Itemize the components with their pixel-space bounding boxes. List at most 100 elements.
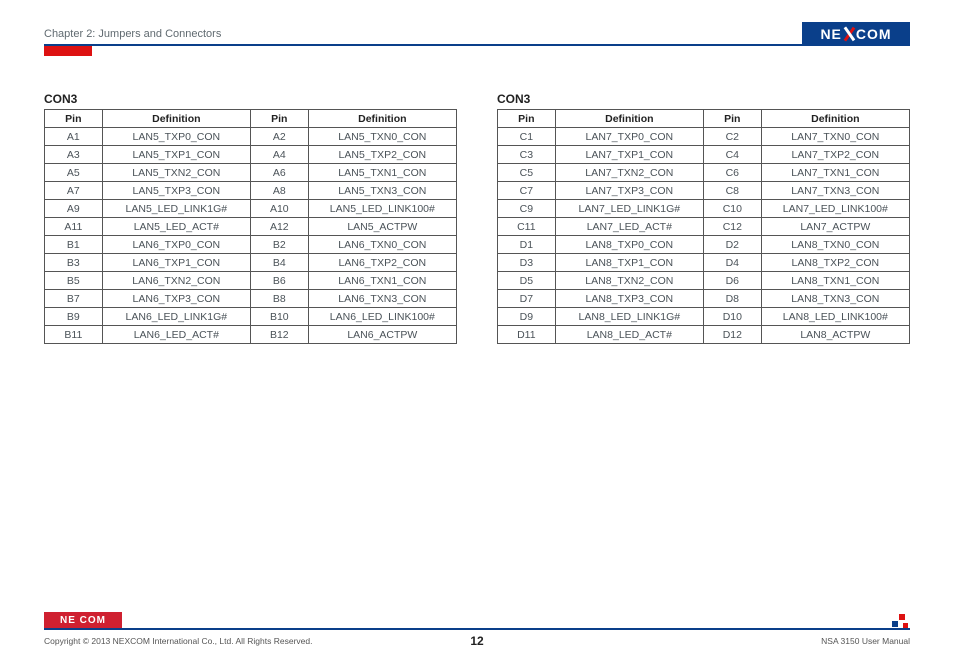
- pin-cell: B12: [250, 326, 308, 344]
- table-row: A3LAN5_TXP1_CONA4LAN5_TXP2_CON: [45, 146, 457, 164]
- table-row: B9LAN6_LED_LINK1G#B10LAN6_LED_LINK100#: [45, 308, 457, 326]
- pin-cell: C3: [498, 146, 556, 164]
- definition-cell: LAN5_TXP0_CON: [102, 128, 250, 146]
- pin-cell: B3: [45, 254, 103, 272]
- pin-cell: A5: [45, 164, 103, 182]
- table-row: B1LAN6_TXP0_CONB2LAN6_TXN0_CON: [45, 236, 457, 254]
- pin-cell: B2: [250, 236, 308, 254]
- page-number: 12: [0, 634, 954, 648]
- pin-cell: A10: [250, 200, 308, 218]
- th-def2: Definition: [308, 110, 456, 128]
- definition-cell: LAN7_TXN1_CON: [761, 164, 909, 182]
- footer-logo: NE COM: [44, 612, 122, 628]
- definition-cell: LAN5_LED_ACT#: [102, 218, 250, 236]
- chapter-title: Chapter 2: Jumpers and Connectors: [44, 28, 221, 40]
- pin-cell: A4: [250, 146, 308, 164]
- definition-cell: LAN7_TXN0_CON: [761, 128, 909, 146]
- table-header-row: Pin Definition Pin Definition: [45, 110, 457, 128]
- definition-cell: LAN5_LED_LINK1G#: [102, 200, 250, 218]
- pin-cell: B11: [45, 326, 103, 344]
- definition-cell: LAN5_TXN3_CON: [308, 182, 456, 200]
- logo-text-pre: NE: [820, 26, 841, 42]
- left-table: Pin Definition Pin Definition A1LAN5_TXP…: [44, 109, 457, 344]
- table-row: C1LAN7_TXP0_CONC2LAN7_TXN0_CON: [498, 128, 910, 146]
- definition-cell: LAN6_TXP0_CON: [102, 236, 250, 254]
- definition-cell: LAN6_LED_LINK1G#: [102, 308, 250, 326]
- pin-cell: C4: [703, 146, 761, 164]
- header-red-block: [44, 46, 92, 56]
- definition-cell: LAN8_LED_LINK100#: [761, 308, 909, 326]
- footer-logo-text: NE COM: [60, 615, 106, 626]
- pin-cell: A12: [250, 218, 308, 236]
- definition-cell: LAN7_TXP2_CON: [761, 146, 909, 164]
- pin-cell: B6: [250, 272, 308, 290]
- pin-cell: C2: [703, 128, 761, 146]
- th-pin: Pin: [498, 110, 556, 128]
- table-header-row: Pin Definition Pin Definition: [498, 110, 910, 128]
- definition-cell: LAN5_TXN0_CON: [308, 128, 456, 146]
- nexcom-logo: NE COM: [802, 22, 910, 46]
- right-table: Pin Definition Pin Definition C1LAN7_TXP…: [497, 109, 910, 344]
- table-row: B3LAN6_TXP1_CONB4LAN6_TXP2_CON: [45, 254, 457, 272]
- logo-x-icon: [842, 27, 856, 41]
- definition-cell: LAN5_TXP3_CON: [102, 182, 250, 200]
- logo-text-post: COM: [856, 26, 892, 42]
- definition-cell: LAN7_LED_LINK100#: [761, 200, 909, 218]
- pin-cell: A11: [45, 218, 103, 236]
- definition-cell: LAN7_LED_LINK1G#: [555, 200, 703, 218]
- definition-cell: LAN6_TXP3_CON: [102, 290, 250, 308]
- definition-cell: LAN8_TXN0_CON: [761, 236, 909, 254]
- page: Chapter 2: Jumpers and Connectors NE COM…: [0, 0, 954, 672]
- table-row: B11LAN6_LED_ACT#B12LAN6_ACTPW: [45, 326, 457, 344]
- definition-cell: LAN8_TXP0_CON: [555, 236, 703, 254]
- th-def2: Definition: [761, 110, 909, 128]
- table-row: C11LAN7_LED_ACT#C12LAN7_ACTPW: [498, 218, 910, 236]
- pin-cell: D9: [498, 308, 556, 326]
- pin-cell: C9: [498, 200, 556, 218]
- definition-cell: LAN6_TXN0_CON: [308, 236, 456, 254]
- definition-cell: LAN7_TXP1_CON: [555, 146, 703, 164]
- definition-cell: LAN8_TXP2_CON: [761, 254, 909, 272]
- manual-name: NSA 3150 User Manual: [821, 636, 910, 646]
- pin-cell: A3: [45, 146, 103, 164]
- pin-cell: C1: [498, 128, 556, 146]
- definition-cell: LAN5_TXP1_CON: [102, 146, 250, 164]
- table-row: D1LAN8_TXP0_COND2LAN8_TXN0_CON: [498, 236, 910, 254]
- table-row: B7LAN6_TXP3_CONB8LAN6_TXN3_CON: [45, 290, 457, 308]
- content: CON3 Pin Definition Pin Definition A1LAN…: [44, 92, 910, 344]
- definition-cell: LAN8_ACTPW: [761, 326, 909, 344]
- pin-cell: A1: [45, 128, 103, 146]
- definition-cell: LAN5_TXN2_CON: [102, 164, 250, 182]
- definition-cell: LAN7_LED_ACT#: [555, 218, 703, 236]
- pin-cell: D4: [703, 254, 761, 272]
- pin-cell: A2: [250, 128, 308, 146]
- pin-cell: D1: [498, 236, 556, 254]
- definition-cell: LAN6_TXN2_CON: [102, 272, 250, 290]
- definition-cell: LAN6_LED_ACT#: [102, 326, 250, 344]
- definition-cell: LAN7_TXN2_CON: [555, 164, 703, 182]
- table-row: A5LAN5_TXN2_CONA6LAN5_TXN1_CON: [45, 164, 457, 182]
- pin-cell: C5: [498, 164, 556, 182]
- pin-cell: C11: [498, 218, 556, 236]
- definition-cell: LAN8_TXP1_CON: [555, 254, 703, 272]
- left-table-title: CON3: [44, 92, 457, 106]
- table-row: C9LAN7_LED_LINK1G#C10LAN7_LED_LINK100#: [498, 200, 910, 218]
- header: Chapter 2: Jumpers and Connectors NE COM: [44, 22, 910, 46]
- pin-cell: C10: [703, 200, 761, 218]
- right-table-title: CON3: [497, 92, 910, 106]
- pin-cell: C7: [498, 182, 556, 200]
- table-row: D3LAN8_TXP1_COND4LAN8_TXP2_CON: [498, 254, 910, 272]
- pin-cell: D5: [498, 272, 556, 290]
- footer-pixel-icon: [892, 614, 910, 628]
- pin-cell: A9: [45, 200, 103, 218]
- definition-cell: LAN7_TXN3_CON: [761, 182, 909, 200]
- definition-cell: LAN6_TXN3_CON: [308, 290, 456, 308]
- table-row: C5LAN7_TXN2_CONC6LAN7_TXN1_CON: [498, 164, 910, 182]
- definition-cell: LAN6_TXP2_CON: [308, 254, 456, 272]
- definition-cell: LAN8_LED_LINK1G#: [555, 308, 703, 326]
- definition-cell: LAN6_TXN1_CON: [308, 272, 456, 290]
- definition-cell: LAN8_TXN2_CON: [555, 272, 703, 290]
- pin-cell: D6: [703, 272, 761, 290]
- pin-cell: C6: [703, 164, 761, 182]
- pin-cell: D10: [703, 308, 761, 326]
